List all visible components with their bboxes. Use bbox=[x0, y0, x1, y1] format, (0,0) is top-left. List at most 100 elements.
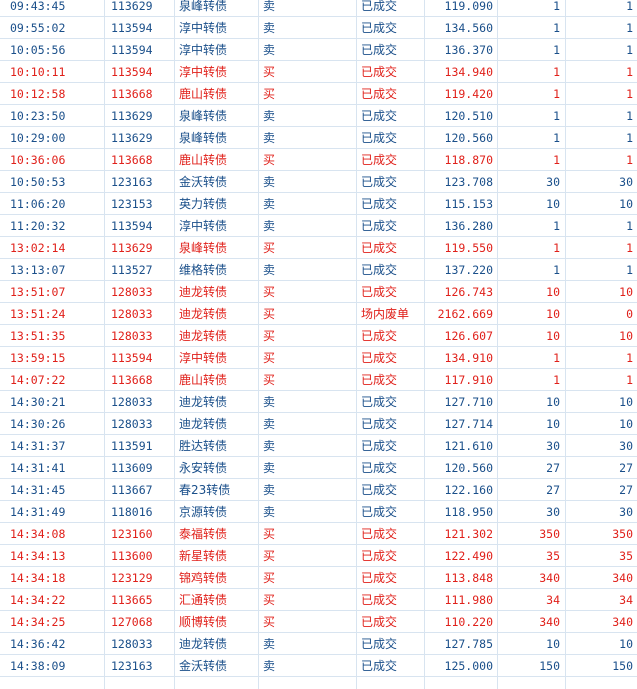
price-cell: 117.910 bbox=[444, 373, 493, 387]
price-cell: 127.714 bbox=[444, 417, 493, 431]
table-row[interactable]: 10:05:56 113594 淳中转债 卖 已成交 136.370 1 1 bbox=[0, 39, 637, 61]
price-cell: 134.910 bbox=[444, 351, 493, 365]
table-row[interactable]: 13:02:14 113629 泉峰转债 买 已成交 119.550 1 1 bbox=[0, 237, 637, 259]
code-cell: 113629 bbox=[111, 241, 153, 255]
table-row[interactable]: 10:12:58 113668 鹿山转债 买 已成交 119.420 1 1 bbox=[0, 83, 637, 105]
status-cell: 已成交 bbox=[361, 197, 398, 211]
price-cell: 119.090 bbox=[444, 0, 493, 13]
direction-cell: 卖 bbox=[263, 483, 276, 497]
table-row[interactable]: 13:51:35 128033 迪龙转债 买 已成交 126.607 10 10 bbox=[0, 325, 637, 347]
table-row[interactable]: 10:23:50 113629 泉峰转债 卖 已成交 120.510 1 1 bbox=[0, 105, 637, 127]
filled-quantity-cell: 1 bbox=[626, 0, 633, 13]
time-cell: 13:59:15 bbox=[10, 351, 66, 365]
table-row[interactable]: 13:51:07 128033 迪龙转债 买 已成交 126.743 10 10 bbox=[0, 281, 637, 303]
code-cell: 123129 bbox=[111, 571, 153, 585]
quantity-cell: 340 bbox=[539, 615, 560, 629]
table-row[interactable]: 14:30:21 128033 迪龙转债 卖 已成交 127.710 10 10 bbox=[0, 391, 637, 413]
direction-cell: 买 bbox=[263, 285, 276, 299]
quantity-cell: 30 bbox=[546, 175, 560, 189]
time-cell: 14:31:41 bbox=[10, 461, 66, 475]
status-cell: 已成交 bbox=[361, 527, 398, 541]
filled-quantity-cell: 27 bbox=[619, 483, 633, 497]
name-cell: 迪龙转债 bbox=[179, 417, 228, 431]
price-cell: 123.708 bbox=[444, 175, 493, 189]
filled-quantity-cell: 10 bbox=[619, 197, 633, 211]
code-cell: 113668 bbox=[111, 373, 153, 387]
quantity-cell: 27 bbox=[546, 461, 560, 475]
direction-cell: 卖 bbox=[263, 109, 276, 123]
filled-quantity-cell: 1 bbox=[626, 373, 633, 387]
filled-quantity-cell: 10 bbox=[619, 285, 633, 299]
table-row[interactable]: 14:31:45 113667 春23转债 卖 已成交 122.160 27 27 bbox=[0, 479, 637, 501]
table-row[interactable]: 10:29:00 113629 泉峰转债 卖 已成交 120.560 1 1 bbox=[0, 127, 637, 149]
name-cell: 迪龙转债 bbox=[179, 307, 228, 321]
code-cell: 113665 bbox=[111, 593, 153, 607]
table-row[interactable]: 14:31:41 113609 永安转债 卖 已成交 120.560 27 27 bbox=[0, 457, 637, 479]
quantity-cell: 1 bbox=[553, 219, 560, 233]
quantity-cell: 1 bbox=[553, 131, 560, 145]
name-cell: 泰福转债 bbox=[179, 527, 228, 541]
filled-quantity-cell: 1 bbox=[626, 241, 633, 255]
table-row[interactable]: 11:20:32 113594 淳中转债 卖 已成交 136.280 1 1 bbox=[0, 215, 637, 237]
status-cell: 已成交 bbox=[361, 329, 398, 343]
table-row[interactable]: 14:34:25 127068 顺博转债 买 已成交 110.220 340 340 bbox=[0, 611, 637, 633]
table-row[interactable]: 14:38:09 123163 金沃转债 卖 已成交 125.000 150 150 bbox=[0, 655, 637, 677]
table-row[interactable]: 13:51:24 128033 迪龙转债 买 场内废单 2162.669 10 0 bbox=[0, 303, 637, 325]
price-cell: 118.950 bbox=[444, 505, 493, 519]
status-cell: 已成交 bbox=[361, 395, 398, 409]
table-row[interactable]: 10:10:11 113594 淳中转债 买 已成交 134.940 1 1 bbox=[0, 61, 637, 83]
name-cell: 春23转债 bbox=[179, 483, 231, 497]
quantity-cell: 1 bbox=[553, 263, 560, 277]
price-cell: 2162.669 bbox=[437, 307, 493, 321]
price-cell: 137.220 bbox=[444, 263, 493, 277]
price-cell: 136.370 bbox=[444, 43, 493, 57]
code-cell: 113591 bbox=[111, 439, 153, 453]
status-cell: 已成交 bbox=[361, 659, 398, 673]
direction-cell: 买 bbox=[263, 615, 276, 629]
quantity-cell: 1 bbox=[553, 351, 560, 365]
filled-quantity-cell: 1 bbox=[626, 21, 633, 35]
price-cell: 122.490 bbox=[444, 549, 493, 563]
direction-cell: 卖 bbox=[263, 219, 276, 233]
filled-quantity-cell: 35 bbox=[619, 549, 633, 563]
table-row[interactable]: 14:34:08 123160 泰福转债 买 已成交 121.302 350 350 bbox=[0, 523, 637, 545]
direction-cell: 买 bbox=[263, 241, 276, 255]
direction-cell: 买 bbox=[263, 351, 276, 365]
price-cell: 118.870 bbox=[444, 153, 493, 167]
table-row[interactable]: 13:59:15 113594 淳中转债 买 已成交 134.910 1 1 bbox=[0, 347, 637, 369]
quantity-cell: 34 bbox=[546, 593, 560, 607]
time-cell: 14:30:26 bbox=[10, 417, 66, 431]
table-row[interactable]: 09:55:02 113594 淳中转债 卖 已成交 134.560 1 1 bbox=[0, 17, 637, 39]
price-cell: 125.000 bbox=[444, 659, 493, 673]
status-cell: 已成交 bbox=[361, 571, 398, 585]
name-cell: 迪龙转债 bbox=[179, 329, 228, 343]
table-row[interactable]: 14:36:42 128033 迪龙转债 卖 已成交 127.785 10 10 bbox=[0, 633, 637, 655]
table-row[interactable]: 14:31:49 118016 京源转债 卖 已成交 118.950 30 30 bbox=[0, 501, 637, 523]
table-row[interactable]: 10:50:53 123163 金沃转债 卖 已成交 123.708 30 30 bbox=[0, 171, 637, 193]
table-row[interactable]: 14:31:37 113591 胜达转债 卖 已成交 121.610 30 30 bbox=[0, 435, 637, 457]
price-cell: 134.560 bbox=[444, 21, 493, 35]
time-cell: 09:55:02 bbox=[10, 21, 66, 35]
filled-quantity-cell: 1 bbox=[626, 87, 633, 101]
table-row[interactable]: 14:07:22 113668 鹿山转债 买 已成交 117.910 1 1 bbox=[0, 369, 637, 391]
filled-quantity-cell: 10 bbox=[619, 417, 633, 431]
quantity-cell: 30 bbox=[546, 505, 560, 519]
code-cell: 113600 bbox=[111, 549, 153, 563]
table-row[interactable]: 10:36:06 113668 鹿山转债 买 已成交 118.870 1 1 bbox=[0, 149, 637, 171]
code-cell: 127068 bbox=[111, 615, 153, 629]
table-row[interactable]: 11:06:20 123153 英力转债 卖 已成交 115.153 10 10 bbox=[0, 193, 637, 215]
table-row[interactable]: 14:34:18 123129 锦鸡转债 买 已成交 113.848 340 340 bbox=[0, 567, 637, 589]
code-cell: 123153 bbox=[111, 197, 153, 211]
status-cell: 已成交 bbox=[361, 153, 398, 167]
table-row[interactable]: 14:34:22 113665 汇通转债 买 已成交 111.980 34 34 bbox=[0, 589, 637, 611]
code-cell: 113668 bbox=[111, 153, 153, 167]
status-cell: 已成交 bbox=[361, 87, 398, 101]
table-row[interactable]: 13:13:07 113527 维格转债 卖 已成交 137.220 1 1 bbox=[0, 259, 637, 281]
name-cell: 新星转债 bbox=[179, 549, 228, 563]
table-row[interactable]: 14:30:26 128033 迪龙转债 卖 已成交 127.714 10 10 bbox=[0, 413, 637, 435]
direction-cell: 卖 bbox=[263, 263, 276, 277]
table-row[interactable]: 09:43:45 113629 泉峰转债 卖 已成交 119.090 1 1 bbox=[0, 0, 637, 17]
name-cell: 汇通转债 bbox=[179, 593, 228, 607]
table-row[interactable]: 14:34:13 113600 新星转债 买 已成交 122.490 35 35 bbox=[0, 545, 637, 567]
name-cell: 鹿山转债 bbox=[179, 373, 228, 387]
